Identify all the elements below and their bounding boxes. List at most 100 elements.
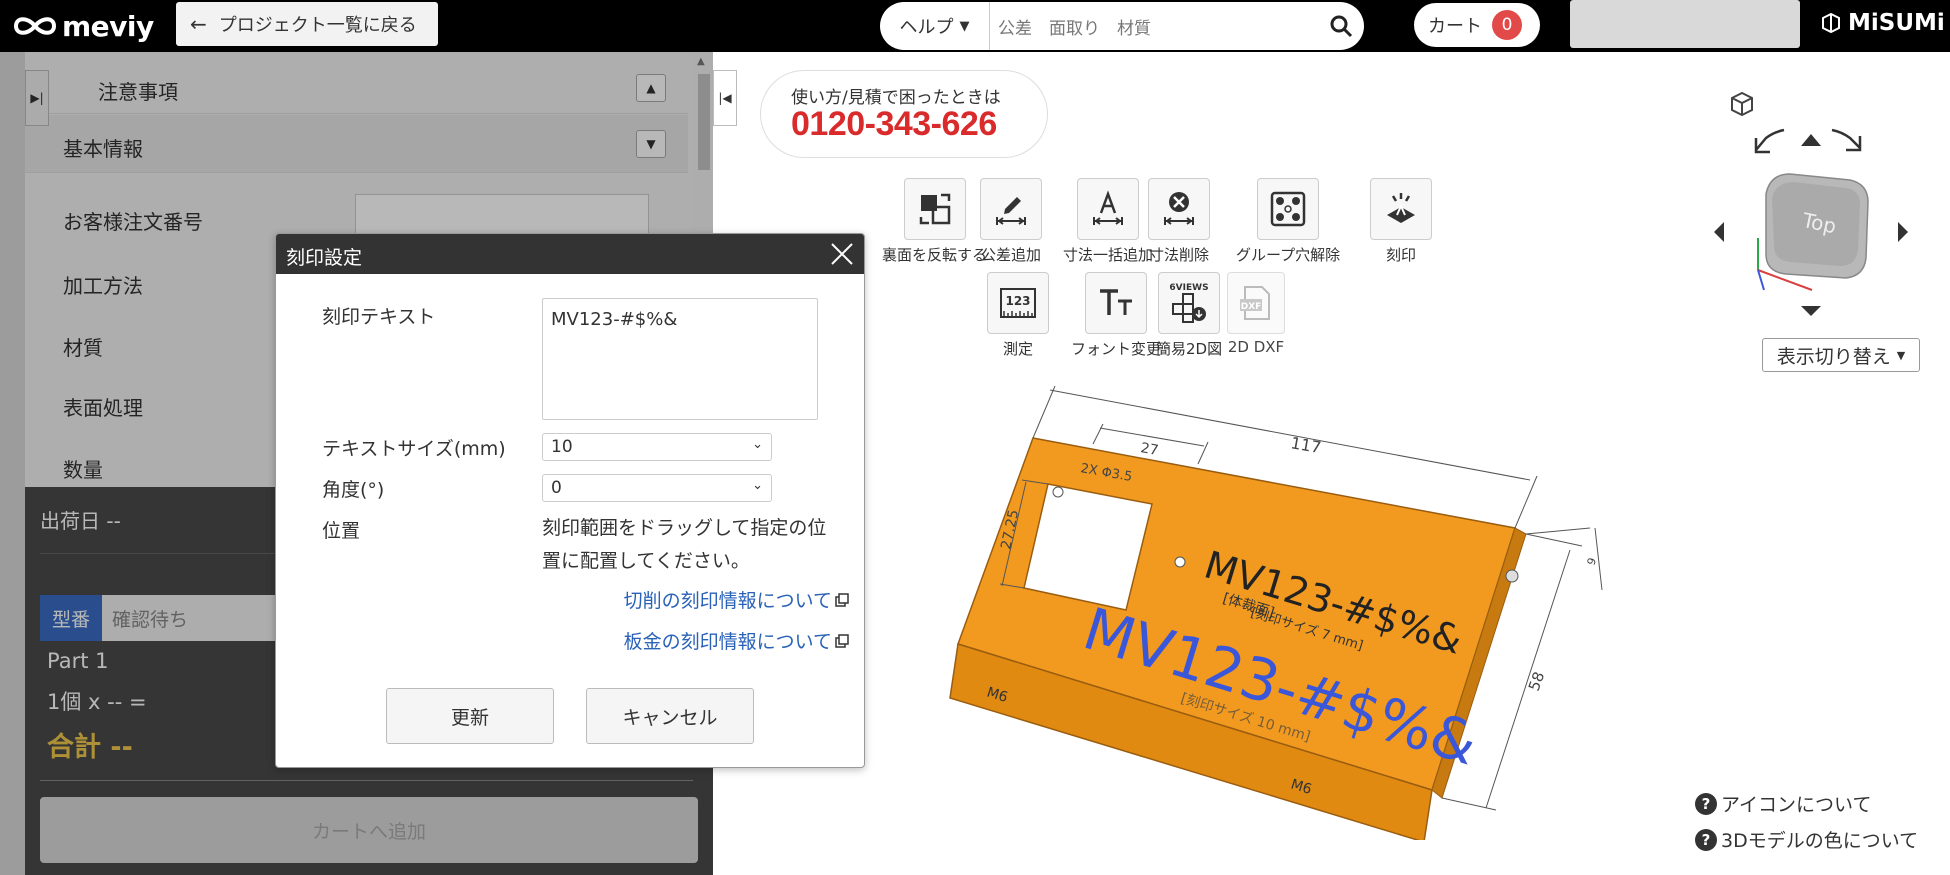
measure-label: 測定 xyxy=(1002,340,1033,358)
bulk-dimension-label: 寸法一括追加 xyxy=(1063,246,1154,264)
add-tolerance-label: 公差追加 xyxy=(980,246,1041,264)
search-bar: ヘルプ ▼ 公差 面取り 材質 xyxy=(880,2,1364,50)
flip-face-label: 裏面を反転する xyxy=(882,246,988,264)
about-icons-label: アイコンについて xyxy=(1721,794,1872,816)
chevron-down-icon: ⌄ xyxy=(752,478,763,493)
delete-dimension-icon xyxy=(1148,178,1210,240)
top-bar: meviy ← プロジェクト一覧に戻る ヘルプ ▼ 公差 面取り 材質 カート … xyxy=(0,0,1950,52)
user-account-box[interactable] xyxy=(1570,0,1800,48)
cart-count-badge: 0 xyxy=(1492,10,1522,40)
ungroup-holes-label: グループ穴解除 xyxy=(1236,246,1341,264)
change-font-tool[interactable]: フォント変更 xyxy=(1071,272,1161,359)
dimension-58: 58 xyxy=(1525,669,1548,693)
2d-dxf-label: 2D DXF xyxy=(1227,338,1285,356)
hole-group-icon xyxy=(1257,178,1320,240)
rotate-right-icon[interactable] xyxy=(1831,128,1862,152)
six-views-icon: 6VIEWS xyxy=(1158,272,1221,334)
cart-button[interactable]: カート 0 xyxy=(1414,3,1540,47)
flip-back-face-tool[interactable]: 裏面を反転する xyxy=(882,178,987,265)
about-icons-link[interactable]: ? アイコンについて xyxy=(1695,790,1871,817)
view-toggle-label: 表示切り替え xyxy=(1776,345,1891,368)
sheet-metal-link-label: 板金の刻印情報について xyxy=(623,631,832,653)
simple-2d-drawing-label: 簡易2D図 xyxy=(1156,340,1223,358)
view-cube[interactable]: Top xyxy=(1700,90,1930,320)
text-size-label: テキストサイズ(mm) xyxy=(322,438,506,460)
rotate-left-icon[interactable] xyxy=(1754,128,1785,154)
arrow-down-icon[interactable] xyxy=(1801,306,1821,316)
dimension-9: 9 xyxy=(1585,556,1600,567)
support-phone-box: 使い方/見積で困ったときは 0120-343-626 xyxy=(760,70,1048,158)
2d-dxf-tool[interactable]: DXF 2D DXF xyxy=(1227,272,1285,356)
arrow-right-icon[interactable] xyxy=(1898,222,1908,242)
dxf-badge-text: DXF xyxy=(1241,302,1262,312)
support-phone-number: 0120-343-626 xyxy=(791,105,997,143)
chevron-down-icon: ▼ xyxy=(959,18,970,34)
model-colors-link[interactable]: ? 3Dモデルの色について xyxy=(1695,826,1918,853)
bulk-dimension-tool[interactable]: 寸法一括追加 xyxy=(1063,178,1153,265)
engraving-settings-dialog: 刻印設定 刻印テキスト MV123-#$%& テキストサイズ(mm) 10 ⌄ … xyxy=(275,233,865,768)
engrave-text-label: 刻印テキスト xyxy=(322,306,436,328)
search-icon[interactable] xyxy=(1318,14,1364,38)
text-size-value: 10 xyxy=(551,437,573,457)
cutting-engraving-info-link[interactable]: 切削の刻印情報について xyxy=(624,586,850,613)
dimension-27: 27 xyxy=(1139,440,1159,459)
text-size-select[interactable]: 10 ⌄ xyxy=(542,433,772,461)
engrave-stamp-icon xyxy=(1370,178,1432,240)
cube-top-face[interactable]: Top xyxy=(1757,173,1869,291)
arrow-up-icon[interactable] xyxy=(1801,134,1821,146)
external-window-icon xyxy=(835,592,849,607)
collapse-panel-icon[interactable]: |◀ xyxy=(713,70,737,126)
engrave-text-input[interactable]: MV123-#$%& xyxy=(542,298,818,420)
question-icon: ? xyxy=(1695,828,1717,851)
view-toggle-dropdown[interactable]: 表示切り替え ▼ xyxy=(1762,338,1920,372)
external-window-icon xyxy=(835,633,849,648)
search-input[interactable]: 公差 面取り 材質 xyxy=(990,14,1318,39)
engrave-tool[interactable]: 刻印 xyxy=(1370,178,1432,265)
misumi-logo-icon xyxy=(1822,12,1840,34)
dxf-file-icon: DXF xyxy=(1227,272,1285,334)
back-label: プロジェクト一覧に戻る xyxy=(218,15,417,36)
six-views-badge-text: 6VIEWS xyxy=(1169,283,1208,293)
arrow-left-icon[interactable] xyxy=(1714,222,1724,242)
add-tolerance-tool[interactable]: 公差追加 xyxy=(980,178,1042,265)
ungroup-holes-tool[interactable]: グループ穴解除 xyxy=(1236,178,1340,265)
engrave-label: 刻印 xyxy=(1385,246,1416,264)
back-to-projects-button[interactable]: ← プロジェクト一覧に戻る xyxy=(176,2,438,46)
help-label: ヘルプ xyxy=(899,17,954,38)
close-icon[interactable] xyxy=(828,240,856,268)
home-cube-icon[interactable] xyxy=(1731,91,1753,117)
logo-text: meviy xyxy=(62,9,154,43)
update-button[interactable]: 更新 xyxy=(386,688,554,744)
arrow-left-icon: ← xyxy=(190,12,207,36)
3d-model-view[interactable]: 117 27 2X Φ3.5 27.25 58 9 MV123-#$%& [体裁… xyxy=(930,380,1610,840)
angle-select[interactable]: 0 ⌄ xyxy=(542,474,772,502)
cancel-button[interactable]: キャンセル xyxy=(586,688,754,744)
dialog-header: 刻印設定 xyxy=(276,234,864,274)
letter-a-dimension-icon xyxy=(1077,178,1139,240)
flip-face-icon xyxy=(903,178,966,240)
caret-down-icon: ▼ xyxy=(1896,348,1906,362)
model-colors-label: 3Dモデルの色について xyxy=(1721,830,1919,852)
sheet-metal-engraving-info-link[interactable]: 板金の刻印情報について xyxy=(624,627,850,654)
pencil-dimension-icon xyxy=(980,178,1042,240)
angle-label: 角度(°) xyxy=(322,479,385,501)
font-icon xyxy=(1085,272,1147,334)
angle-value: 0 xyxy=(551,478,562,498)
misumi-logo[interactable]: MiSUMi xyxy=(1820,10,1945,36)
dimension-117: 117 xyxy=(1289,433,1322,457)
meviy-logo-icon xyxy=(13,17,57,35)
meviy-logo[interactable]: meviy xyxy=(12,9,154,43)
cutting-link-label: 切削の刻印情報について xyxy=(623,590,832,612)
question-icon: ? xyxy=(1695,792,1717,815)
dialog-title: 刻印設定 xyxy=(286,247,363,269)
position-instructions: 刻印範囲をドラッグして指定の位置に配置してください。 xyxy=(542,517,827,572)
measure-badge-text: 123 xyxy=(1005,294,1030,308)
position-label: 位置 xyxy=(322,520,361,542)
simple-2d-drawing-tool[interactable]: 6VIEWS 簡易2D図 xyxy=(1156,272,1222,359)
delete-dimension-tool[interactable]: 寸法削除 xyxy=(1148,178,1210,265)
brand-text: MiSUMi xyxy=(1848,10,1945,36)
help-dropdown[interactable]: ヘルプ ▼ xyxy=(880,2,990,50)
measure-ruler-icon: 123 xyxy=(987,272,1049,334)
measure-tool[interactable]: 123 測定 xyxy=(987,272,1049,359)
change-font-label: フォント変更 xyxy=(1071,340,1162,358)
